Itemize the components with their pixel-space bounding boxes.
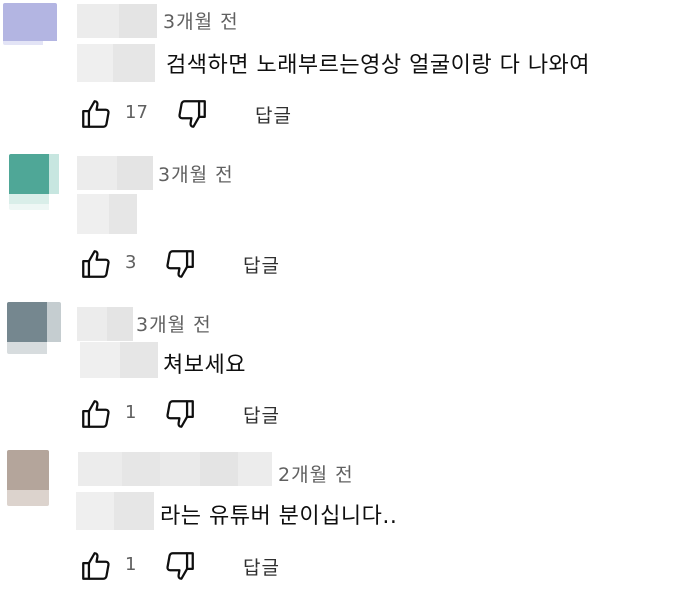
comment-actions: 1 답글 xyxy=(78,548,378,584)
dislike-button[interactable] xyxy=(162,246,198,282)
comment-actions: 3 답글 xyxy=(78,246,378,282)
dislike-button[interactable] xyxy=(174,96,210,132)
thumbs-down-icon xyxy=(166,250,194,278)
reply-button[interactable]: 답글 xyxy=(243,553,280,580)
thumbs-up-icon xyxy=(82,100,110,128)
author-name-redacted[interactable] xyxy=(77,4,157,38)
comment-actions: 17 답글 xyxy=(78,96,378,132)
thumbs-up-icon xyxy=(82,552,110,580)
comment-timestamp[interactable]: 2개월 전 xyxy=(278,460,354,487)
thumbs-down-icon xyxy=(166,400,194,428)
like-count: 3 xyxy=(125,252,137,273)
comment-item: 3개월 전 3 답글 xyxy=(0,148,692,298)
author-name-redacted[interactable] xyxy=(77,156,153,190)
like-count: 1 xyxy=(125,402,137,423)
like-button[interactable] xyxy=(78,396,114,432)
thumbs-up-icon xyxy=(82,400,110,428)
comment-actions: 1 답글 xyxy=(78,396,378,432)
comment-item: 3개월 전 쳐보세요 1 답글 xyxy=(0,298,692,446)
comment-text-redacted xyxy=(77,194,137,234)
comment-text: 검색하면 노래부르는영상 얼굴이랑 다 나와여 xyxy=(166,53,591,78)
avatar[interactable] xyxy=(7,302,61,354)
like-count: 1 xyxy=(125,554,137,575)
avatar[interactable] xyxy=(3,3,57,45)
thumbs-up-icon xyxy=(82,250,110,278)
like-count: 17 xyxy=(125,102,148,123)
comment-timestamp[interactable]: 3개월 전 xyxy=(158,160,234,187)
dislike-button[interactable] xyxy=(162,548,198,584)
reply-button[interactable]: 답글 xyxy=(243,401,280,428)
comment-timestamp[interactable]: 3개월 전 xyxy=(136,310,212,337)
like-button[interactable] xyxy=(78,548,114,584)
reply-button[interactable]: 답글 xyxy=(243,251,280,278)
comment-text-redacted xyxy=(77,44,155,82)
author-name-redacted[interactable] xyxy=(77,307,133,341)
dislike-button[interactable] xyxy=(162,396,198,432)
thumbs-down-icon xyxy=(166,552,194,580)
author-name-redacted[interactable] xyxy=(78,452,272,486)
avatar[interactable] xyxy=(9,154,61,210)
thumbs-down-icon xyxy=(178,100,206,128)
comment-text-redacted xyxy=(76,492,154,530)
reply-button[interactable]: 답글 xyxy=(255,101,292,128)
like-button[interactable] xyxy=(78,246,114,282)
comment-text: 쳐보세요 xyxy=(163,353,246,378)
comment-text: 라는 유튜버 분이십니다.. xyxy=(160,504,398,529)
like-button[interactable] xyxy=(78,96,114,132)
comment-item: 2개월 전 라는 유튜버 분이십니다.. 1 답글 xyxy=(0,446,692,598)
avatar[interactable] xyxy=(7,450,49,506)
comment-timestamp[interactable]: 3개월 전 xyxy=(163,7,239,34)
comment-text-redacted xyxy=(80,342,158,378)
comment-item: 3개월 전 검색하면 노래부르는영상 얼굴이랑 다 나와여 17 답글 xyxy=(0,0,692,148)
